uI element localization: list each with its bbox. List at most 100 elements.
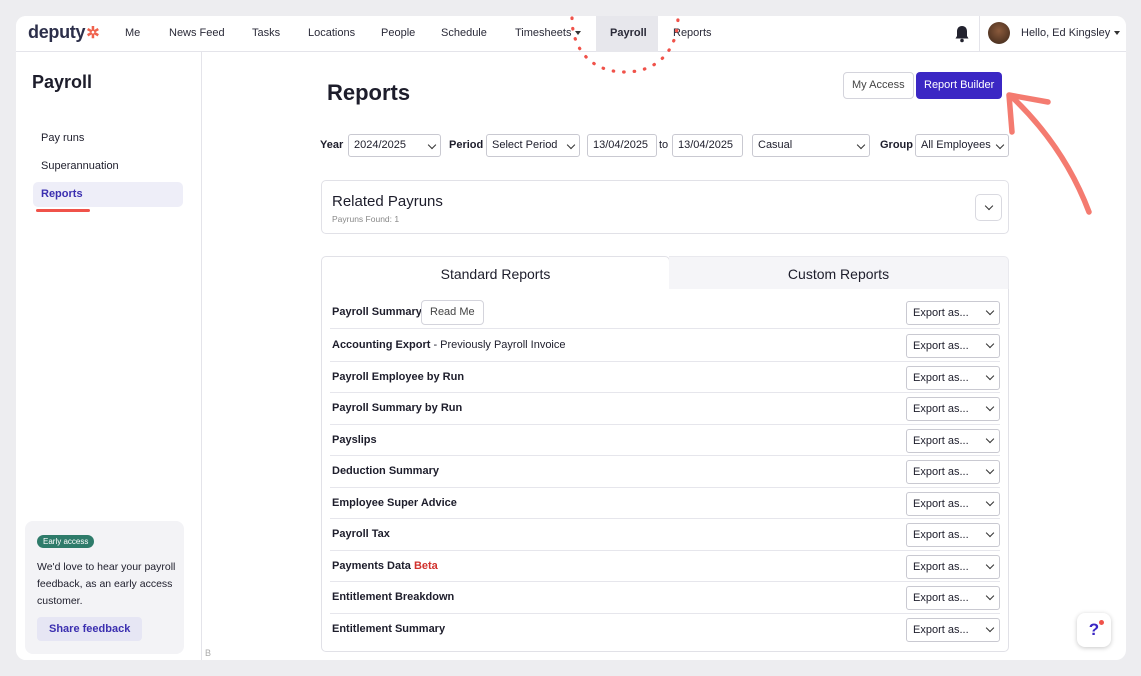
chevron-down-icon [985, 402, 995, 412]
user-menu[interactable]: Hello, Ed Kingsley [1021, 16, 1121, 52]
sidebar-item-superannuation[interactable]: Superannuation [33, 154, 183, 179]
export-select[interactable]: Export as... [906, 460, 1000, 484]
report-name: Employee Super Advice [332, 496, 457, 509]
export-select[interactable]: Export as... [906, 554, 1000, 579]
sidebar-item-reports[interactable]: Reports [33, 182, 183, 207]
chevron-down-icon [985, 623, 995, 632]
report-name: Payroll Summary by Run [332, 402, 463, 414]
year-select[interactable]: 2024/2025 [348, 134, 441, 157]
list-item: Deduction Summary Export as... [330, 456, 1000, 488]
sidebar: Payroll Pay runs Superannuation Reports … [16, 52, 202, 660]
group-select[interactable]: All Employees [915, 134, 1009, 157]
nav-item-news-feed[interactable]: News Feed [169, 16, 225, 52]
nav-item-tasks[interactable]: Tasks [252, 16, 280, 52]
chevron-down-icon [985, 371, 995, 380]
export-select[interactable]: Export as... [906, 334, 1000, 358]
group-label: Group [880, 139, 913, 151]
tab-custom-reports[interactable]: Custom Reports [669, 256, 1009, 290]
chevron-down-icon [1114, 31, 1121, 36]
list-item: Payments Data Beta Export as... [330, 551, 1000, 582]
report-name: Entitlement Summary [332, 622, 446, 635]
report-name: Payroll Summary [332, 306, 422, 318]
nav-item-me[interactable]: Me [125, 16, 140, 52]
chevron-down-icon [575, 31, 582, 36]
list-item: Payslips Export as... [330, 425, 1000, 456]
period-label: Period [449, 139, 484, 151]
chevron-down-icon [985, 560, 995, 569]
chevron-down-icon [985, 434, 995, 443]
chevron-down-icon [985, 339, 995, 349]
export-select[interactable]: Export as... [906, 301, 1000, 325]
read-me-button[interactable]: Read Me [421, 300, 484, 325]
chevron-down-icon [856, 140, 866, 150]
chevron-down-icon [985, 497, 995, 506]
employment-type-select[interactable]: Casual [752, 134, 870, 157]
tab-standard-reports[interactable]: Standard Reports [321, 256, 670, 290]
date-from-input[interactable]: 13/04/2025 [587, 134, 657, 157]
chevron-down-icon [985, 465, 995, 475]
report-name: Accounting Export - Previously Payroll I… [332, 339, 566, 351]
related-payruns-panel: Related Payruns Payruns Found: 1 [321, 180, 1009, 234]
top-nav: deputy✲ Me News Feed Tasks Locations Peo… [16, 16, 1126, 52]
list-item: Employee Super Advice Export as... [330, 488, 1000, 519]
report-name: Payslips [332, 433, 377, 446]
export-select[interactable]: Export as... [906, 617, 1000, 642]
sidebar-item-pay-runs[interactable]: Pay runs [33, 126, 183, 151]
report-builder-button[interactable]: Report Builder [916, 72, 1003, 99]
nav-item-schedule[interactable]: Schedule [441, 16, 487, 52]
export-select[interactable]: Export as... [906, 523, 1000, 547]
export-select[interactable]: Export as... [906, 365, 1000, 390]
report-name: Payroll Employee by Run [332, 370, 465, 383]
nav-item-people[interactable]: People [381, 16, 415, 52]
report-name: Payments Data Beta [332, 559, 438, 572]
bell-icon[interactable] [953, 24, 971, 44]
report-name: Payroll Tax [332, 528, 390, 540]
list-item: Payroll Tax Export as... [330, 519, 1000, 551]
nav-item-timesheets[interactable]: Timesheets [515, 16, 582, 52]
sidebar-title: Payroll [32, 72, 93, 92]
early-access-card: Early access We'd love to hear your payr… [25, 521, 184, 654]
nav-item-payroll[interactable]: Payroll [596, 16, 658, 52]
list-item: Payroll Summary Read Me Export as... [330, 297, 1000, 329]
early-access-text: We'd love to hear your payroll feedback,… [37, 561, 176, 607]
chevron-down-icon [985, 591, 995, 601]
period-select[interactable]: Select Period [486, 134, 580, 157]
year-label: Year [320, 139, 344, 151]
list-item: Accounting Export - Previously Payroll I… [330, 330, 1000, 362]
chevron-down-icon [985, 528, 995, 538]
standard-reports-list: Payroll Summary Read Me Export as... Acc… [321, 289, 1009, 652]
footer-char: B [205, 648, 212, 658]
early-access-badge: Early access [37, 535, 95, 548]
share-feedback-button[interactable]: Share feedback [37, 617, 143, 641]
chevron-down-icon [995, 140, 1005, 150]
avatar[interactable] [988, 22, 1010, 44]
export-select[interactable]: Export as... [906, 397, 1000, 421]
nav-divider [979, 16, 980, 52]
chevron-down-icon [985, 306, 995, 316]
page-title: Reports [327, 80, 411, 105]
list-item: Entitlement Breakdown Export as... [330, 582, 1000, 614]
app-window: deputy✲ Me News Feed Tasks Locations Peo… [16, 16, 1126, 660]
chevron-down-icon [566, 140, 576, 150]
list-item: Payroll Summary by Run Export as... [330, 393, 1000, 425]
export-select[interactable]: Export as... [906, 491, 1000, 516]
to-label: to [659, 139, 669, 151]
logo-star-icon: ✲ [86, 25, 100, 42]
deputy-logo[interactable]: deputy✲ [28, 22, 100, 43]
related-payruns-title: Related Payruns [332, 193, 443, 210]
list-item: Entitlement Summary Export as... [330, 614, 1000, 646]
expand-payruns-button[interactable] [975, 194, 1002, 221]
chevron-down-icon [427, 140, 437, 150]
my-access-button[interactable]: My Access [843, 72, 914, 99]
date-to-input[interactable]: 13/04/2025 [672, 134, 743, 157]
notification-dot [1099, 620, 1104, 625]
export-select[interactable]: Export as... [906, 586, 1000, 610]
beta-badge: Beta [413, 559, 438, 572]
nav-item-locations[interactable]: Locations [308, 16, 355, 52]
highlight-underline [36, 209, 90, 212]
nav-item-reports[interactable]: Reports [673, 16, 712, 52]
export-select[interactable]: Export as... [906, 428, 1000, 453]
help-button[interactable]: ? [1077, 613, 1111, 647]
chevron-down-icon [984, 201, 994, 211]
report-name: Entitlement Breakdown [332, 591, 455, 603]
